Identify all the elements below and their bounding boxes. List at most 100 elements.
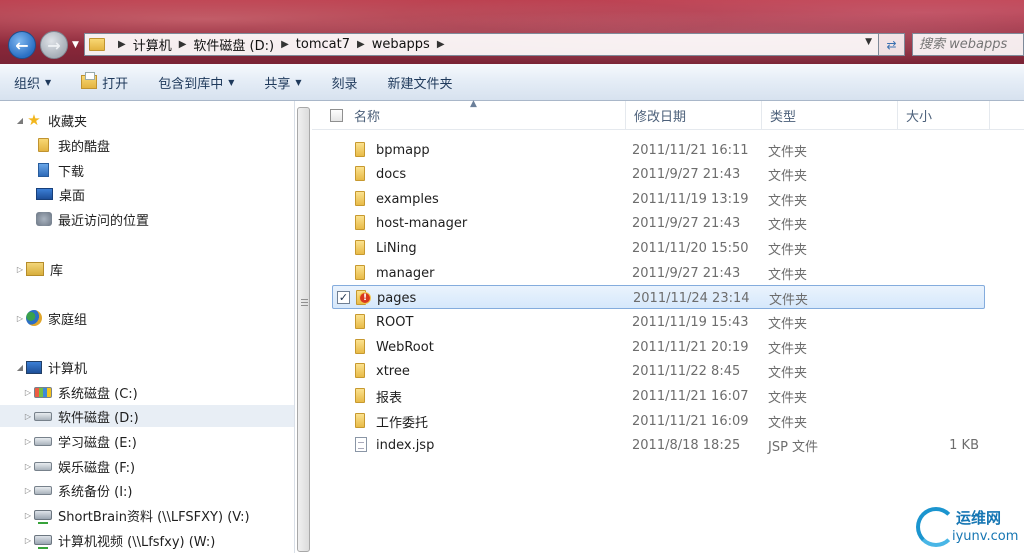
nav-drive-e[interactable]: ▷ 学习磁盘 (E:): [22, 430, 137, 452]
file-row-webroot[interactable]: WebRoot 2011/11/21 20:19 文件夹: [332, 335, 985, 359]
title-bar: ← → ▼ ▶ 计算机 ▶ 软件磁盘 (D:) ▶ tomcat7 ▶ weba…: [0, 0, 1024, 64]
nav-drive-f[interactable]: ▷ 娱乐磁盘 (F:): [22, 455, 135, 477]
include-library-button[interactable]: 包含到库中 ▼: [158, 73, 234, 92]
grip-icon: [301, 299, 308, 307]
nav-recent[interactable]: 最近访问的位置: [36, 208, 149, 230]
share-button[interactable]: 共享 ▼: [264, 73, 301, 92]
new-folder-button[interactable]: 新建文件夹: [388, 73, 453, 92]
column-size-label: 大小: [906, 110, 933, 125]
nav-drive-w-label: 计算机视频 (\\Lfsfxy) (W:): [58, 534, 216, 550]
nav-downloads[interactable]: 下载: [36, 159, 84, 181]
file-date: 2011/11/22 8:45: [632, 363, 741, 379]
file-row-manager[interactable]: manager 2011/9/27 21:43 文件夹: [332, 261, 985, 285]
nav-kudisk[interactable]: 我的酷盘: [36, 134, 110, 156]
file-name: index.jsp: [376, 437, 435, 453]
nav-kudisk-label: 我的酷盘: [58, 139, 111, 155]
address-bar[interactable]: ▶ 计算机 ▶ 软件磁盘 (D:) ▶ tomcat7 ▶ webapps ▶ …: [84, 33, 879, 56]
drive-icon: [34, 485, 52, 495]
nav-computer-label: 计算机: [48, 361, 88, 377]
breadcrumb-tomcat7[interactable]: tomcat7: [296, 37, 350, 52]
drive-icon: [34, 461, 52, 471]
nav-drive-d[interactable]: ▷ 软件磁盘 (D:): [0, 405, 294, 427]
open-button[interactable]: 打开: [81, 72, 129, 92]
search-box[interactable]: [912, 33, 1024, 56]
nav-homegroup[interactable]: ▷ 家庭组: [14, 307, 87, 329]
nav-drive-i[interactable]: ▷ 系统备份 (I:): [22, 479, 133, 501]
collapse-triangle-icon[interactable]: ◢: [14, 363, 26, 372]
nav-libraries[interactable]: ▷ 库: [14, 258, 63, 280]
search-input[interactable]: [919, 37, 1023, 52]
organize-label: 组织: [14, 76, 41, 92]
file-row-host-manager[interactable]: host-manager 2011/9/27 21:43 文件夹: [332, 211, 985, 235]
expand-triangle-icon[interactable]: ▷: [22, 462, 34, 471]
chevron-right-icon[interactable]: ▶: [437, 39, 445, 50]
select-all-checkbox[interactable]: [330, 109, 343, 122]
folder-icon: [355, 191, 365, 206]
column-type[interactable]: 类型: [762, 101, 898, 130]
file-row-reports[interactable]: 报表 2011/11/21 16:07 文件夹: [332, 384, 985, 408]
file-name: 报表: [376, 390, 403, 406]
refresh-button[interactable]: ⇄: [879, 33, 905, 56]
chevron-right-icon[interactable]: ▶: [118, 39, 126, 50]
open-label: 打开: [102, 76, 129, 92]
file-row-delegation[interactable]: 工作委托 2011/11/21 16:09 文件夹: [332, 409, 985, 433]
chevron-down-icon: ▼: [295, 77, 302, 87]
nav-scrollbar[interactable]: [296, 101, 312, 553]
nav-computer[interactable]: ◢ 计算机: [14, 356, 87, 378]
breadcrumb-computer[interactable]: 计算机: [133, 35, 172, 54]
open-icon: [81, 72, 98, 89]
column-name[interactable]: 名称: [346, 101, 626, 130]
nav-drive-c[interactable]: ▷ 系统磁盘 (C:): [22, 381, 138, 403]
scrollbar-thumb[interactable]: [297, 107, 310, 552]
chevron-right-icon[interactable]: ▶: [357, 39, 365, 50]
folder-icon: [89, 38, 105, 51]
file-name: ROOT: [376, 314, 414, 330]
nav-desktop[interactable]: 桌面: [36, 183, 85, 205]
expand-triangle-icon[interactable]: ▷: [22, 511, 34, 520]
chevron-right-icon[interactable]: ▶: [179, 39, 187, 50]
file-row-root[interactable]: ROOT 2011/11/19 15:43 文件夹: [332, 310, 985, 334]
expand-triangle-icon[interactable]: ▷: [22, 437, 34, 446]
file-row-examples[interactable]: examples 2011/11/19 13:19 文件夹: [332, 187, 985, 211]
file-row-lining[interactable]: LiNing 2011/11/20 15:50 文件夹: [332, 236, 985, 260]
file-type: 文件夹: [768, 168, 808, 184]
expand-triangle-icon[interactable]: ▷: [14, 265, 26, 274]
file-date: 2011/8/18 18:25: [632, 437, 741, 453]
nav-drive-i-label: 系统备份 (I:): [58, 484, 133, 500]
expand-triangle-icon[interactable]: ▷: [22, 486, 34, 495]
chevron-right-icon[interactable]: ▶: [281, 39, 289, 50]
chevron-down-icon[interactable]: ▼: [865, 37, 872, 47]
file-row-docs[interactable]: docs 2011/9/27 21:43 文件夹: [332, 162, 985, 186]
file-type: 文件夹: [769, 292, 809, 308]
expand-triangle-icon[interactable]: ▷: [22, 536, 34, 545]
recent-places-icon: [36, 212, 52, 226]
organize-button[interactable]: 组织 ▼: [14, 73, 51, 92]
expand-triangle-icon[interactable]: ▷: [14, 314, 26, 323]
column-size[interactable]: 大小: [898, 101, 990, 130]
expand-triangle-icon[interactable]: ▷: [22, 412, 34, 421]
breadcrumb-webapps[interactable]: webapps: [372, 37, 430, 52]
recent-pages-button[interactable]: ▼: [72, 40, 79, 50]
nav-favorites[interactable]: ◢ ★ 收藏夹: [14, 109, 87, 131]
file-row-index-jsp[interactable]: index.jsp 2011/8/18 18:25 JSP 文件 1 KB: [332, 433, 985, 457]
breadcrumb-drive-d[interactable]: 软件磁盘 (D:): [193, 35, 274, 54]
row-checkbox[interactable]: ✓: [337, 291, 350, 304]
folder-icon: [355, 363, 365, 378]
nav-drive-w[interactable]: ▷ 计算机视频 (\\Lfsfxy) (W:): [22, 529, 215, 551]
file-row-pages[interactable]: ✓ ! pages 2011/11/24 23:14 文件夹: [332, 285, 985, 309]
collapse-triangle-icon[interactable]: ◢: [14, 116, 26, 125]
expand-triangle-icon[interactable]: ▷: [22, 388, 34, 397]
file-row-bpmapp[interactable]: bpmapp 2011/11/21 16:11 文件夹: [332, 138, 985, 162]
file-type: 文件夹: [768, 390, 808, 406]
column-date[interactable]: 修改日期: [626, 101, 762, 130]
file-row-xtree[interactable]: xtree 2011/11/22 8:45 文件夹: [332, 359, 985, 383]
nav-drive-v-label: ShortBrain资料 (\\LFSFXY) (V:): [58, 509, 250, 525]
burn-button[interactable]: 刻录: [332, 73, 358, 92]
jsp-file-icon: [355, 437, 367, 452]
forward-button[interactable]: →: [40, 31, 68, 59]
file-date: 2011/11/24 23:14: [633, 290, 750, 306]
swirl-logo-icon: [916, 507, 956, 547]
command-bar: 组织 ▼ 打开 包含到库中 ▼ 共享 ▼ 刻录 新建文件夹: [0, 64, 1024, 101]
back-button[interactable]: ←: [8, 31, 36, 59]
nav-drive-v[interactable]: ▷ ShortBrain资料 (\\LFSFXY) (V:): [22, 504, 250, 526]
